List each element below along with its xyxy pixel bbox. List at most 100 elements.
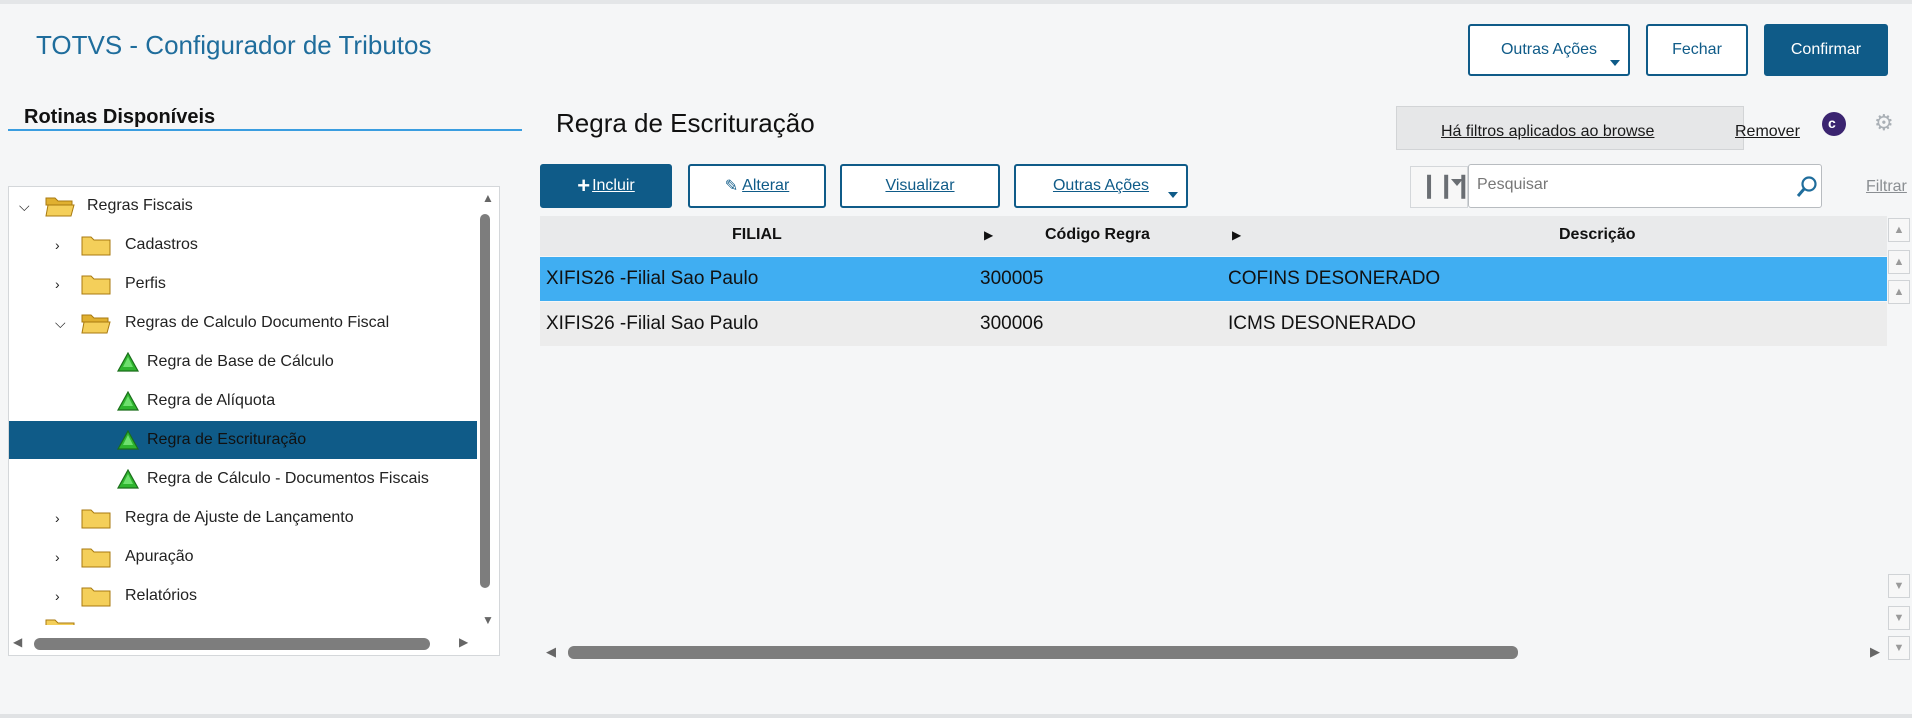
tree-item-regras-calculo[interactable]: ⌵ Regras de Calculo Documento Fiscal [9,304,477,342]
scroll-left-arrow-icon[interactable]: ◀ [13,635,22,649]
toolbar-outras-acoes-label: Outras Ações [1052,177,1150,194]
chevron-right-icon[interactable]: › [55,588,60,604]
scroll-up-arrow-icon[interactable]: ▲ [482,191,494,205]
green-triangle-icon [117,391,139,411]
window-top-border [0,0,1912,4]
header-outras-acoes-button[interactable]: Outras Ações [1468,24,1630,76]
tree-item-label: Regra de Base de Cálculo [147,353,334,370]
tree-item-calculo-documentos[interactable]: Regra de Cálculo - Documentos Fiscais [9,460,477,498]
cell-codigo: 300006 [980,313,1044,334]
cell-codigo: 300005 [980,268,1044,289]
tree-item-aliquota[interactable]: Regra de Alíquota [9,382,477,420]
remover-link[interactable]: Remover [1735,123,1800,141]
tree-item-label: Regra de Cálculo - Documentos Fiscais [147,470,429,487]
tree-item-label: Apuração [125,548,194,565]
tree-item-base-calculo[interactable]: Regra de Base de Cálculo [9,343,477,381]
folder-open-icon [81,314,111,334]
grid-scroll-right-icon[interactable]: ▶ [1870,644,1880,660]
window-bottom-border [0,714,1912,718]
grid-horizontal-scrollbar[interactable] [568,646,1518,659]
tree-item-ajuste-lancamento[interactable]: › Regra de Ajuste de Lançamento [9,499,477,537]
incluir-button[interactable]: + Incluir [540,164,672,208]
column-header-codigo[interactable]: Código Regra [1045,226,1150,244]
confirmar-button[interactable]: Confirmar [1764,24,1888,76]
green-triangle-icon [117,352,139,372]
alterar-label: Alterar [742,177,790,194]
page-up-icon[interactable]: ▲ [1888,250,1910,274]
search-icon[interactable] [1795,175,1819,199]
table-row[interactable]: XIFIS26 -Filial Sao Paulo 300005 COFINS … [540,257,1887,301]
tree-item-label: Regras Fiscais [87,197,193,214]
tree-item-cadastros[interactable]: › Cadastros [9,226,477,264]
tree-item-label: Cadastros [125,236,198,253]
filtrar-link[interactable]: Filtrar [1866,178,1907,196]
row-up-icon[interactable]: ▲ [1888,280,1910,304]
alterar-button[interactable]: ✎ Alterar [688,164,826,208]
tree-item-escrituracao[interactable]: Regra de Escrituração [9,421,477,459]
folder-icon [81,236,111,256]
confirmar-label: Confirmar [1790,41,1862,58]
columns-chooser[interactable]: ❙❙❙ [1410,166,1473,208]
page-down-icon[interactable]: ▼ [1888,606,1910,630]
tree-vertical-scrollbar[interactable] [480,214,490,588]
cell-descricao: ICMS DESONERADO [1228,313,1416,334]
totvs-assistant-icon[interactable]: c [1822,112,1846,136]
tree-item-label: Perfis [125,275,166,292]
search-input[interactable] [1475,175,1779,195]
green-triangle-icon [117,469,139,489]
chevron-down-icon[interactable]: ⌵ [55,315,66,332]
chevron-right-icon[interactable]: › [55,276,60,292]
chevron-right-icon[interactable]: › [55,510,60,526]
sidebar-title-underline [8,129,522,131]
search-field[interactable] [1468,164,1822,208]
gear-icon[interactable]: ⚙ [1874,110,1894,136]
column-header-descricao[interactable]: Descrição [1559,226,1636,244]
cell-filial: XIFIS26 -Filial Sao Paulo [546,268,759,289]
tree-item-perfis[interactable]: › Perfis [9,265,477,303]
table-row[interactable]: XIFIS26 -Filial Sao Paulo 300006 ICMS DE… [540,302,1887,346]
chevron-right-icon[interactable]: › [55,549,60,565]
column-header-filial[interactable]: FILIAL [732,226,782,244]
tree-item-relatorios[interactable]: › Relatórios [9,577,477,615]
last-record-icon[interactable]: ▼ [1888,636,1910,660]
chevron-right-icon[interactable]: › [55,237,60,253]
folder-icon [45,619,75,625]
filter-notice-link[interactable]: Há filtros aplicados ao browse [1441,123,1654,141]
tree-item-regras-fiscais[interactable]: ⌵ Regras Fiscais [9,187,477,225]
tree-item-label: Regra de Escrituração [147,431,307,448]
dropdown-arrow-icon [1451,179,1463,186]
toolbar-outras-acoes-button[interactable]: Outras Ações [1014,164,1188,208]
tree-item-apuracao[interactable]: › Apuração [9,538,477,576]
tree-horizontal-scrollbar[interactable] [34,638,430,650]
folder-open-icon [45,197,75,217]
scroll-down-arrow-icon[interactable]: ▼ [482,613,494,627]
caret-down-icon [1168,192,1178,198]
plus-icon: + [577,173,591,198]
tree-item-label: Regra de Alíquota [147,392,276,409]
pencil-icon: ✎ [724,178,739,195]
assistant-glyph: c [1828,115,1836,131]
scroll-right-arrow-icon[interactable]: ▶ [459,635,468,649]
visualizar-label: Visualizar [885,177,955,194]
grid-scroll-left-icon[interactable]: ◀ [546,644,556,660]
chevron-down-icon[interactable]: ⌵ [19,198,30,215]
row-down-icon[interactable]: ▼ [1888,574,1910,598]
caret-down-icon [1610,60,1620,66]
routine-tree[interactable]: ⌵ Regras Fiscais › Cadastros › Perfis ⌵ … [8,186,500,656]
fechar-button[interactable]: Fechar [1646,24,1748,76]
tree-item-label: Regras de Calculo Documento Fiscal [125,314,390,331]
tree-item-label: Regra de Ajuste de Lançamento [125,509,354,526]
folder-icon [81,509,111,529]
folder-icon [81,587,111,607]
first-record-icon[interactable]: ▲ [1888,218,1910,242]
tree-item-partial [9,615,477,625]
column-sort-icon[interactable]: ▶ [1232,228,1241,242]
green-triangle-icon [117,430,139,450]
incluir-label: Incluir [592,177,635,194]
visualizar-button[interactable]: Visualizar [840,164,1000,208]
column-sort-icon[interactable]: ▶ [984,228,993,242]
folder-icon [81,548,111,568]
cell-filial: XIFIS26 -Filial Sao Paulo [546,313,759,334]
cell-descricao: COFINS DESONERADO [1228,268,1441,289]
page-title: Regra de Escrituração [556,108,815,138]
